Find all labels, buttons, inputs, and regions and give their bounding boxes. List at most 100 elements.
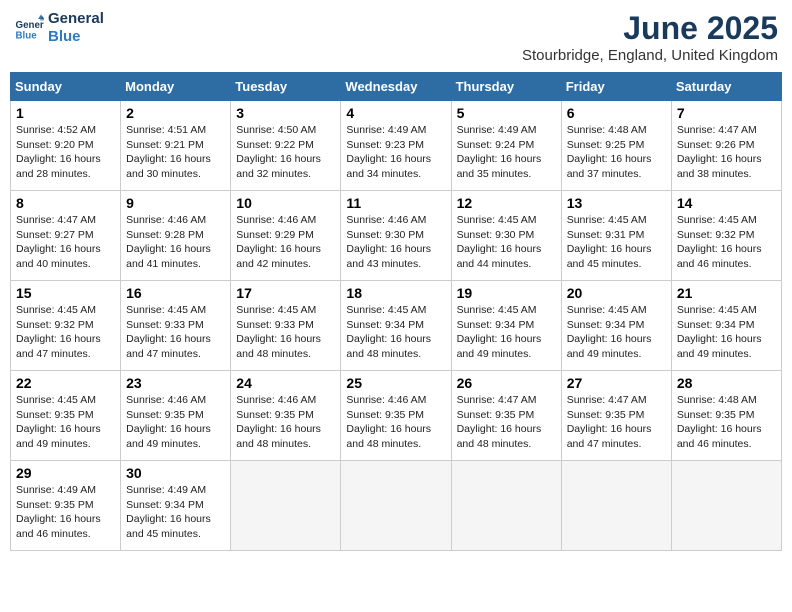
weekday-header-sunday: Sunday xyxy=(11,73,121,101)
day-number: 26 xyxy=(457,375,556,391)
calendar-cell: 6 Sunrise: 4:48 AMSunset: 9:25 PMDaylight… xyxy=(561,101,671,191)
calendar-cell: 20 Sunrise: 4:45 AMSunset: 9:34 PMDayligh… xyxy=(561,281,671,371)
day-info: Sunrise: 4:50 AMSunset: 9:22 PMDaylight:… xyxy=(236,123,335,182)
day-number: 7 xyxy=(677,105,776,121)
week-row-4: 22 Sunrise: 4:45 AMSunset: 9:35 PMDayligh… xyxy=(11,371,782,461)
calendar-table: SundayMondayTuesdayWednesdayThursdayFrid… xyxy=(10,72,782,551)
calendar-cell: 24 Sunrise: 4:46 AMSunset: 9:35 PMDayligh… xyxy=(231,371,341,461)
day-number: 13 xyxy=(567,195,666,211)
weekday-header-row: SundayMondayTuesdayWednesdayThursdayFrid… xyxy=(11,73,782,101)
day-info: Sunrise: 4:45 AMSunset: 9:30 PMDaylight:… xyxy=(457,213,556,272)
day-number: 8 xyxy=(16,195,115,211)
day-number: 20 xyxy=(567,285,666,301)
calendar-cell: 30 Sunrise: 4:49 AMSunset: 9:34 PMDayligh… xyxy=(121,461,231,551)
calendar-cell xyxy=(451,461,561,551)
day-info: Sunrise: 4:48 AMSunset: 9:25 PMDaylight:… xyxy=(567,123,666,182)
weekday-header-saturday: Saturday xyxy=(671,73,781,101)
logo-text-line1: General xyxy=(48,10,104,28)
day-number: 3 xyxy=(236,105,335,121)
day-number: 10 xyxy=(236,195,335,211)
logo-icon: General Blue xyxy=(14,13,44,43)
week-row-2: 8 Sunrise: 4:47 AMSunset: 9:27 PMDaylight… xyxy=(11,191,782,281)
svg-text:General: General xyxy=(16,20,45,31)
calendar-cell: 5 Sunrise: 4:49 AMSunset: 9:24 PMDaylight… xyxy=(451,101,561,191)
calendar-cell: 15Sunrise: 4:45 AMSunset: 9:32 PMDayligh… xyxy=(11,281,121,371)
svg-text:Blue: Blue xyxy=(16,31,38,42)
day-number: 30 xyxy=(126,465,225,481)
calendar-cell: 29 Sunrise: 4:49 AMSunset: 9:35 PMDayligh… xyxy=(11,461,121,551)
calendar-cell: 13 Sunrise: 4:45 AMSunset: 9:31 PMDayligh… xyxy=(561,191,671,281)
day-info: Sunrise: 4:46 AMSunset: 9:28 PMDaylight:… xyxy=(126,213,225,272)
day-info: Sunrise: 4:47 AMSunset: 9:35 PMDaylight:… xyxy=(567,393,666,452)
day-number: 27 xyxy=(567,375,666,391)
day-info: Sunrise: 4:45 AMSunset: 9:33 PMDaylight:… xyxy=(126,303,225,362)
calendar-cell: 27 Sunrise: 4:47 AMSunset: 9:35 PMDayligh… xyxy=(561,371,671,461)
location: Stourbridge, England, United Kingdom xyxy=(522,47,778,64)
day-info: Sunrise: 4:49 AMSunset: 9:24 PMDaylight:… xyxy=(457,123,556,182)
calendar-cell: 4 Sunrise: 4:49 AMSunset: 9:23 PMDaylight… xyxy=(341,101,451,191)
day-number: 22 xyxy=(16,375,115,391)
day-number: 23 xyxy=(126,375,225,391)
weekday-header-wednesday: Wednesday xyxy=(341,73,451,101)
day-number: 12 xyxy=(457,195,556,211)
day-info: Sunrise: 4:45 AMSunset: 9:31 PMDaylight:… xyxy=(567,213,666,272)
calendar-cell: 8 Sunrise: 4:47 AMSunset: 9:27 PMDaylight… xyxy=(11,191,121,281)
day-info: Sunrise: 4:51 AMSunset: 9:21 PMDaylight:… xyxy=(126,123,225,182)
week-row-3: 15Sunrise: 4:45 AMSunset: 9:32 PMDayligh… xyxy=(11,281,782,371)
day-info: Sunrise: 4:45 AMSunset: 9:34 PMDaylight:… xyxy=(567,303,666,362)
calendar-cell: 2 Sunrise: 4:51 AMSunset: 9:21 PMDaylight… xyxy=(121,101,231,191)
day-info: Sunrise: 4:45 AMSunset: 9:34 PMDaylight:… xyxy=(346,303,445,362)
calendar-cell: 10 Sunrise: 4:46 AMSunset: 9:29 PMDayligh… xyxy=(231,191,341,281)
day-number: 4 xyxy=(346,105,445,121)
day-info: Sunrise: 4:49 AMSunset: 9:34 PMDaylight:… xyxy=(126,483,225,542)
day-number: 16 xyxy=(126,285,225,301)
calendar-cell: 1 Sunrise: 4:52 AMSunset: 9:20 PMDaylight… xyxy=(11,101,121,191)
day-number: 1 xyxy=(16,105,115,121)
day-info: Sunrise: 4:46 AMSunset: 9:29 PMDaylight:… xyxy=(236,213,335,272)
calendar-cell: 14 Sunrise: 4:45 AMSunset: 9:32 PMDayligh… xyxy=(671,191,781,281)
week-row-1: 1 Sunrise: 4:52 AMSunset: 9:20 PMDaylight… xyxy=(11,101,782,191)
day-info: Sunrise: 4:52 AMSunset: 9:20 PMDaylight:… xyxy=(16,123,115,182)
day-info: Sunrise: 4:49 AMSunset: 9:23 PMDaylight:… xyxy=(346,123,445,182)
day-info: Sunrise: 4:45 AMSunset: 9:33 PMDaylight:… xyxy=(236,303,335,362)
day-info: Sunrise: 4:46 AMSunset: 9:30 PMDaylight:… xyxy=(346,213,445,272)
day-info: Sunrise: 4:49 AMSunset: 9:35 PMDaylight:… xyxy=(16,483,115,542)
day-number: 24 xyxy=(236,375,335,391)
calendar-cell: 22 Sunrise: 4:45 AMSunset: 9:35 PMDayligh… xyxy=(11,371,121,461)
calendar-cell: 12 Sunrise: 4:45 AMSunset: 9:30 PMDayligh… xyxy=(451,191,561,281)
day-info: Sunrise: 4:46 AMSunset: 9:35 PMDaylight:… xyxy=(236,393,335,452)
month-title: June 2025 xyxy=(522,10,778,47)
weekday-header-friday: Friday xyxy=(561,73,671,101)
day-info: Sunrise: 4:47 AMSunset: 9:35 PMDaylight:… xyxy=(457,393,556,452)
day-number: 21 xyxy=(677,285,776,301)
calendar-cell: 18Sunrise: 4:45 AMSunset: 9:34 PMDayligh… xyxy=(341,281,451,371)
day-info: Sunrise: 4:47 AMSunset: 9:27 PMDaylight:… xyxy=(16,213,115,272)
calendar-cell: 11 Sunrise: 4:46 AMSunset: 9:30 PMDayligh… xyxy=(341,191,451,281)
day-number: 19 xyxy=(457,285,556,301)
day-number: 25 xyxy=(346,375,445,391)
logo: General Blue General Blue xyxy=(14,10,104,46)
week-row-5: 29 Sunrise: 4:49 AMSunset: 9:35 PMDayligh… xyxy=(11,461,782,551)
day-number: 11 xyxy=(346,195,445,211)
weekday-header-monday: Monday xyxy=(121,73,231,101)
calendar-cell: 9Sunrise: 4:46 AMSunset: 9:28 PMDaylight… xyxy=(121,191,231,281)
day-number: 28 xyxy=(677,375,776,391)
day-number: 6 xyxy=(567,105,666,121)
calendar-cell xyxy=(671,461,781,551)
calendar-cell xyxy=(341,461,451,551)
day-number: 14 xyxy=(677,195,776,211)
calendar-cell: 26 Sunrise: 4:47 AMSunset: 9:35 PMDayligh… xyxy=(451,371,561,461)
weekday-header-thursday: Thursday xyxy=(451,73,561,101)
day-number: 5 xyxy=(457,105,556,121)
calendar-cell: 17Sunrise: 4:45 AMSunset: 9:33 PMDayligh… xyxy=(231,281,341,371)
day-info: Sunrise: 4:45 AMSunset: 9:34 PMDaylight:… xyxy=(677,303,776,362)
day-number: 29 xyxy=(16,465,115,481)
day-info: Sunrise: 4:46 AMSunset: 9:35 PMDaylight:… xyxy=(346,393,445,452)
day-info: Sunrise: 4:45 AMSunset: 9:35 PMDaylight:… xyxy=(16,393,115,452)
calendar-cell xyxy=(561,461,671,551)
day-info: Sunrise: 4:45 AMSunset: 9:32 PMDaylight:… xyxy=(677,213,776,272)
day-number: 2 xyxy=(126,105,225,121)
calendar-cell: 16 Sunrise: 4:45 AMSunset: 9:33 PMDayligh… xyxy=(121,281,231,371)
title-area: June 2025 Stourbridge, England, United K… xyxy=(522,10,778,64)
calendar-cell: 25 Sunrise: 4:46 AMSunset: 9:35 PMDayligh… xyxy=(341,371,451,461)
